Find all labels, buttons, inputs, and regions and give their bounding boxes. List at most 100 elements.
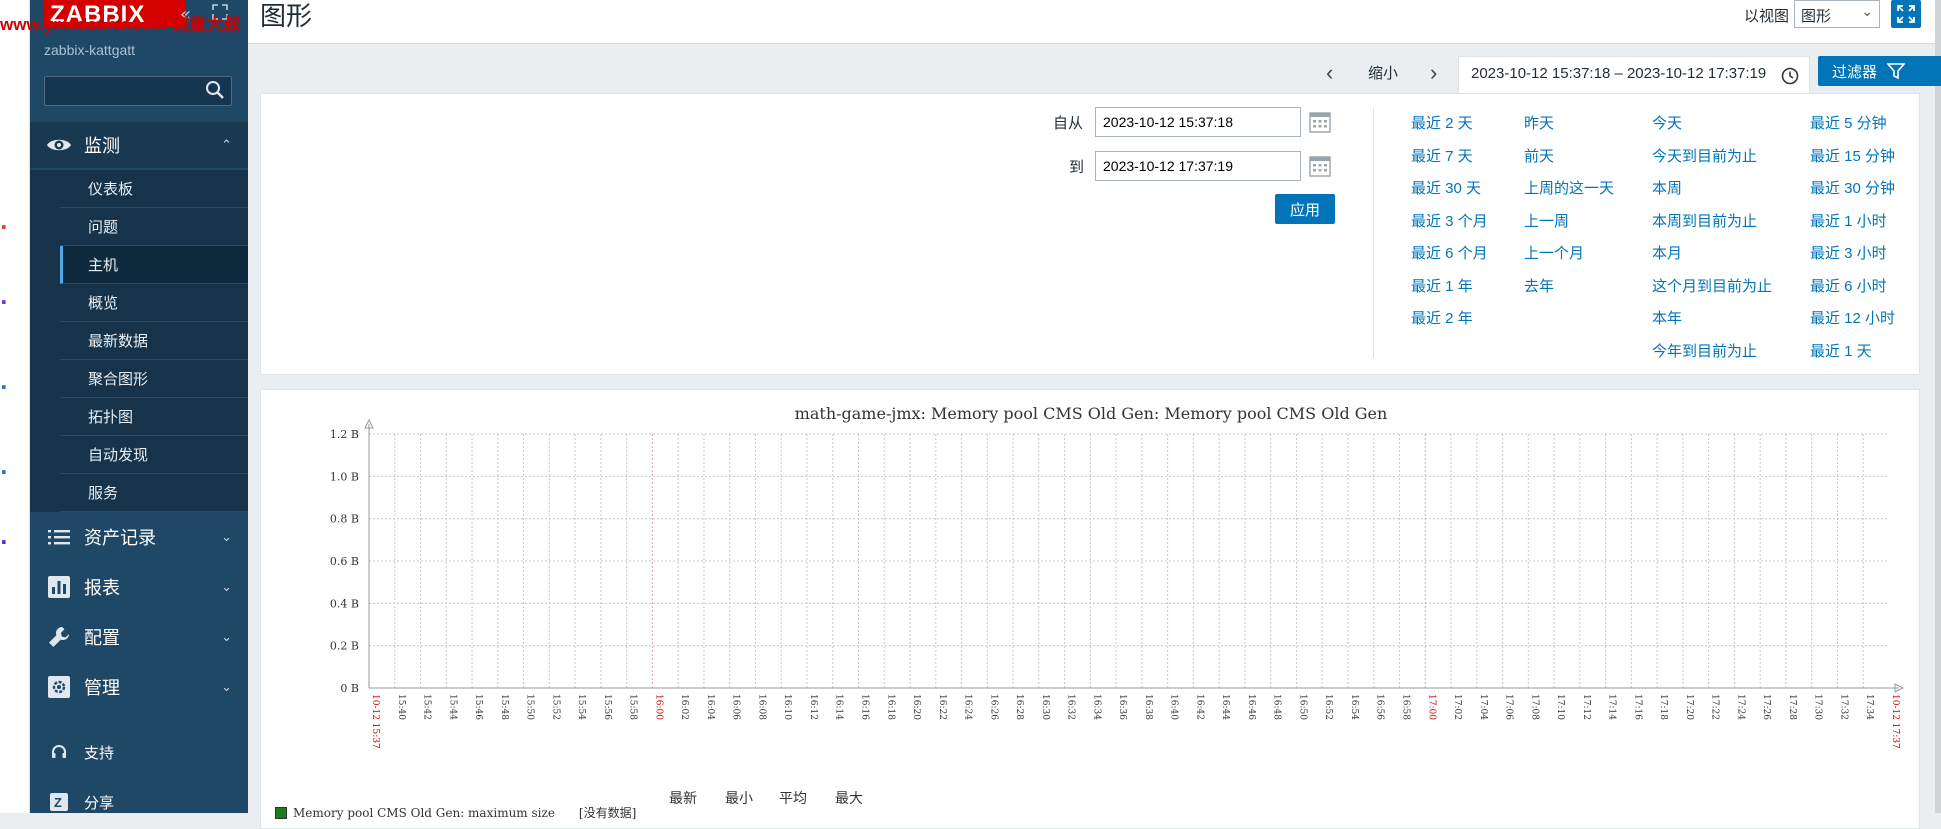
- menu-support[interactable]: 支持: [30, 732, 248, 772]
- x-tick-label: 16:58: [1401, 694, 1411, 720]
- x-tick-label: 17:22: [1710, 694, 1720, 720]
- quick-link[interactable]: 最近 2 年: [1411, 307, 1473, 328]
- app-icon[interactable]: ·: [0, 530, 8, 554]
- quick-link[interactable]: 今年到目前为止: [1652, 340, 1757, 361]
- app-icon[interactable]: ·: [0, 215, 8, 239]
- app-icon[interactable]: ·: [0, 460, 8, 484]
- time-forward-icon[interactable]: ›: [1430, 60, 1437, 86]
- search-icon[interactable]: [205, 80, 225, 100]
- quick-link[interactable]: 最近 15 分钟: [1810, 145, 1895, 166]
- chevron-down-icon: ⌄: [221, 579, 232, 595]
- x-tick-label: 17:24: [1735, 694, 1745, 720]
- graph-plot[interactable]: 0 B 0.2 B 0.4 B 0.6 B 0.8 B 1.0 B 1.2 B 10-12 1…: [261, 390, 1921, 790]
- calendar-icon[interactable]: [1309, 155, 1331, 177]
- headset-icon: [44, 744, 74, 760]
- menu-monitoring-label: 监测: [84, 136, 120, 156]
- quick-link[interactable]: 前天: [1524, 145, 1554, 166]
- app-icon[interactable]: ·: [0, 290, 8, 314]
- menu-reports[interactable]: 报表 ⌄: [30, 564, 248, 610]
- x-tick-label: 16:28: [1014, 694, 1024, 720]
- from-input[interactable]: [1095, 107, 1301, 137]
- submenu-item-maps[interactable]: 拓扑图: [60, 398, 248, 436]
- x-tick-label: 16:44: [1220, 694, 1230, 720]
- x-tick-label: 16:16: [859, 694, 869, 720]
- quick-link[interactable]: 最近 1 小时: [1810, 210, 1887, 231]
- sidebar-search-input[interactable]: [44, 76, 232, 106]
- menu-monitoring[interactable]: 监测 ⌃: [30, 122, 248, 168]
- legend-header-avg: 平均: [779, 791, 807, 807]
- x-tick-label: 15:50: [525, 694, 535, 720]
- quick-link[interactable]: 上一个月: [1524, 242, 1584, 263]
- quick-link[interactable]: 最近 7 天: [1411, 145, 1473, 166]
- x-tick-label: 17:00: [1426, 694, 1436, 720]
- watermark: www.ymzdashu.com-刻意大叔: [0, 15, 241, 34]
- time-back-icon[interactable]: ‹: [1326, 60, 1333, 86]
- view-as-select[interactable]: 图形 ⌄: [1794, 0, 1880, 28]
- clock-icon: [1781, 67, 1799, 85]
- y-tick-label: 0 B: [340, 682, 359, 695]
- to-input[interactable]: [1095, 151, 1301, 181]
- quick-link[interactable]: 今天: [1652, 112, 1682, 133]
- quick-link[interactable]: 去年: [1524, 275, 1554, 296]
- quick-link[interactable]: 最近 30 分钟: [1810, 177, 1895, 198]
- quick-link[interactable]: 最近 2 天: [1411, 112, 1473, 133]
- app-icon[interactable]: ·: [0, 375, 8, 399]
- filter-icon: [1887, 63, 1906, 80]
- quick-link[interactable]: 上周的这一天: [1524, 177, 1614, 198]
- quick-link[interactable]: 最近 30 天: [1411, 177, 1481, 198]
- submenu-item-screens[interactable]: 聚合图形: [60, 360, 248, 398]
- quick-link[interactable]: 最近 6 个月: [1411, 242, 1488, 263]
- filter-button[interactable]: 过滤器: [1818, 56, 1941, 86]
- x-tick-label: 16:02: [679, 694, 689, 720]
- menu-configuration-label: 配置: [84, 628, 120, 648]
- menu-share[interactable]: Z 分享: [30, 782, 248, 822]
- quick-link[interactable]: 本月: [1652, 242, 1682, 263]
- monitoring-submenu: 仪表板 问题 主机 概览 最新数据 聚合图形 拓扑图 自动发现 服务: [30, 170, 248, 512]
- quick-link[interactable]: 本周到目前为止: [1652, 210, 1757, 231]
- submenu-item-latest-data[interactable]: 最新数据: [60, 322, 248, 360]
- submenu-item-discovery[interactable]: 自动发现: [60, 436, 248, 474]
- x-tick-label: 17:20: [1684, 694, 1694, 720]
- time-range-tab[interactable]: 2023-10-12 15:37:18 – 2023-10-12 17:37:1…: [1458, 56, 1810, 94]
- quick-link[interactable]: 最近 1 年: [1411, 275, 1473, 296]
- submenu-item-dashboard[interactable]: 仪表板: [60, 170, 248, 208]
- quick-link[interactable]: 最近 6 小时: [1810, 275, 1887, 296]
- menu-administration[interactable]: 管理 ⌄: [30, 664, 248, 710]
- submenu-item-hosts[interactable]: 主机: [60, 246, 248, 284]
- x-tick-label: 16:26: [988, 694, 998, 720]
- x-tick-label: 16:56: [1375, 694, 1385, 720]
- x-tick-label: 16:34: [1091, 694, 1101, 720]
- quick-link[interactable]: 最近 1 天: [1810, 340, 1872, 361]
- x-tick-label: 10-12 17:37: [1890, 694, 1900, 749]
- quick-link[interactable]: 今天到目前为止: [1652, 145, 1757, 166]
- quick-link[interactable]: 本年: [1652, 307, 1682, 328]
- quick-link[interactable]: 最近 3 小时: [1810, 242, 1887, 263]
- submenu-item-overview[interactable]: 概览: [60, 284, 248, 322]
- submenu-item-services[interactable]: 服务: [60, 474, 248, 512]
- quick-link[interactable]: 最近 12 小时: [1810, 307, 1895, 328]
- x-tick-label: 15:40: [396, 694, 406, 720]
- apply-button[interactable]: 应用: [1275, 194, 1335, 224]
- menu-configuration[interactable]: 配置 ⌄: [30, 614, 248, 660]
- x-tick-label: 17:02: [1452, 694, 1462, 720]
- chevron-down-icon: ⌄: [221, 629, 232, 645]
- fullscreen-button[interactable]: [1891, 0, 1921, 28]
- sidebar: ZABBIX « zabbix-kattgatt 监测 ⌃ 仪表板 问题 主机 …: [30, 0, 248, 813]
- page-scrollbar[interactable]: [1935, 0, 1941, 813]
- gear-icon: [44, 675, 74, 699]
- menu-inventory[interactable]: 资产记录 ⌄: [30, 514, 248, 560]
- quick-link[interactable]: 最近 5 分钟: [1810, 112, 1887, 133]
- server-name: zabbix-kattgatt: [44, 42, 136, 58]
- quick-link[interactable]: 这个月到目前为止: [1652, 275, 1772, 296]
- x-tick-label: 16:52: [1323, 694, 1333, 720]
- x-tick-label: 17:26: [1761, 694, 1771, 720]
- x-tick-label: 16:10: [782, 694, 792, 720]
- quick-link[interactable]: 昨天: [1524, 112, 1554, 133]
- quick-link[interactable]: 最近 3 个月: [1411, 210, 1488, 231]
- submenu-item-problems[interactable]: 问题: [60, 208, 248, 246]
- x-tick-label: 15:52: [550, 694, 560, 720]
- quick-link[interactable]: 上一周: [1524, 210, 1569, 231]
- quick-link[interactable]: 本周: [1652, 177, 1682, 198]
- calendar-icon[interactable]: [1309, 111, 1331, 133]
- zoom-out-button[interactable]: 缩小: [1368, 62, 1398, 83]
